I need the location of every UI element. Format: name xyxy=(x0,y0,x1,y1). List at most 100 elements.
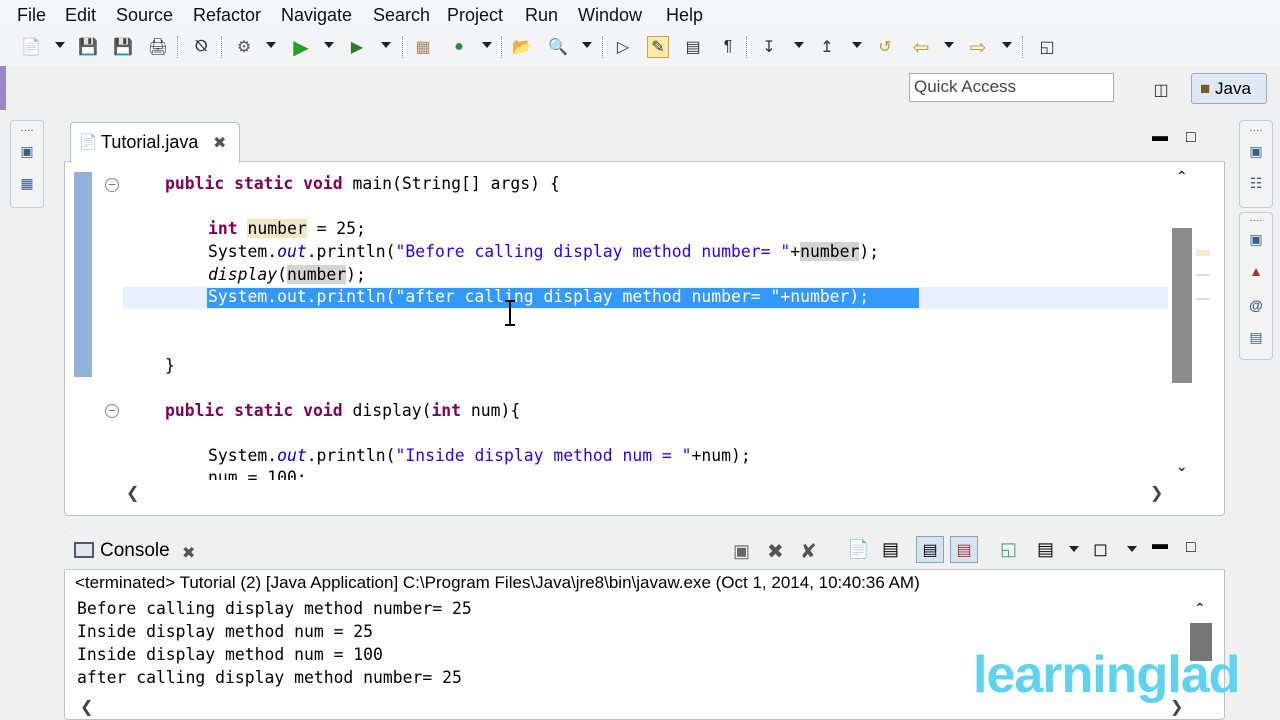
editor-scroll-thumb[interactable] xyxy=(1172,228,1192,383)
new-java-class-icon[interactable]: ● xyxy=(448,36,470,58)
scroll-up-icon[interactable]: ⌃ xyxy=(1176,168,1188,185)
forward-dropdown-icon[interactable] xyxy=(1002,42,1012,48)
clear-console-icon[interactable]: 📄 xyxy=(847,539,869,560)
new-java-project-icon[interactable]: ▦ xyxy=(412,36,434,58)
console-tab[interactable]: Console ✖ xyxy=(70,533,210,571)
remove-launch-icon[interactable]: ✖ xyxy=(767,539,784,564)
fold-collapse-icon[interactable]: − xyxy=(105,178,119,192)
display-selected-console-icon[interactable]: ▤ xyxy=(1037,539,1054,560)
maximize-editor-icon[interactable]: □ xyxy=(1186,129,1196,147)
new-icon[interactable]: 📄 xyxy=(20,36,42,58)
save-icon[interactable]: 💾 xyxy=(77,36,99,58)
skip-breakpoints-icon[interactable]: ⦰ xyxy=(190,36,212,58)
next-annotation-icon[interactable]: ↧ xyxy=(758,36,780,58)
minimize-editor-icon[interactable]: ▬ xyxy=(1152,128,1168,146)
overview-marker xyxy=(1196,274,1210,300)
menu-run[interactable]: Run xyxy=(525,5,558,26)
close-console-icon[interactable]: ✖ xyxy=(182,543,195,563)
restore-icon[interactable]: ▣ xyxy=(17,143,37,163)
display-console-dropdown-icon[interactable] xyxy=(1069,546,1079,552)
declaration-icon[interactable]: ▤ xyxy=(1246,329,1266,349)
scroll-right-icon[interactable]: ❯ xyxy=(1150,483,1163,503)
package-explorer-icon[interactable]: ▦ xyxy=(17,175,37,195)
toggle-breadcrumb-icon[interactable]: ▷ xyxy=(612,36,634,58)
restore-icon[interactable]: ▣ xyxy=(1246,143,1266,163)
menu-window[interactable]: Window xyxy=(578,5,642,26)
external-tools-icon[interactable]: ▶ xyxy=(346,36,368,58)
menu-source[interactable]: Source xyxy=(116,5,173,26)
outline-icon[interactable]: ☷ xyxy=(1246,175,1266,195)
menu-search[interactable]: Search xyxy=(373,5,430,26)
fold-collapse-icon[interactable]: − xyxy=(105,404,119,418)
menu-file[interactable]: File xyxy=(17,5,46,26)
open-perspective-icon[interactable]: ◫ xyxy=(1150,79,1172,101)
scroll-lock-icon[interactable]: ▤ xyxy=(882,539,899,560)
code-line[interactable]: num = 100; xyxy=(208,470,307,480)
new-class-dropdown-icon[interactable] xyxy=(482,42,492,48)
minimize-console-icon[interactable]: ▬ xyxy=(1152,536,1168,554)
pin-console-icon[interactable]: ◱ xyxy=(1000,539,1017,560)
show-whitespace-icon[interactable]: ¶ xyxy=(717,36,739,58)
scroll-left-icon[interactable]: ❮ xyxy=(126,483,139,503)
remove-all-terminated-icon[interactable]: ✘ xyxy=(800,539,817,564)
problems-icon[interactable]: ▲ xyxy=(1246,263,1266,283)
code-line[interactable]: public static void main(String[] args) { xyxy=(165,174,560,193)
external-tools-dropdown-icon[interactable] xyxy=(381,42,391,48)
block-selection-icon[interactable]: ▤ xyxy=(682,36,704,58)
code-keyword: int xyxy=(431,401,462,420)
console-scroll-left-icon[interactable]: ❮ xyxy=(80,697,93,717)
code-keyword: public static void xyxy=(165,401,343,420)
previous-annotation-icon[interactable]: ↥ xyxy=(816,36,838,58)
code-line[interactable]: public static void display(int num){ xyxy=(165,401,520,420)
editor-tab-label: Tutorial.java xyxy=(101,132,199,152)
open-console-icon[interactable]: ◻ xyxy=(1093,539,1108,560)
menu-edit[interactable]: Edit xyxy=(65,5,96,26)
quick-access-input[interactable]: Quick Access xyxy=(909,73,1114,102)
forward-icon[interactable]: ⇨ xyxy=(967,36,989,59)
run-dropdown-icon[interactable] xyxy=(324,42,334,48)
overview-marker xyxy=(1196,250,1210,256)
mark-occurrences-icon[interactable]: ✎ xyxy=(647,36,669,58)
editor-tab[interactable]: 📄 Tutorial.java ✖ xyxy=(70,122,240,163)
new-dropdown-icon[interactable] xyxy=(55,42,65,48)
java-perspective-button[interactable]: ■ Java xyxy=(1191,73,1267,104)
back-icon[interactable]: ⇦ xyxy=(910,36,932,59)
console-scroll-up-icon[interactable]: ⌃ xyxy=(1194,600,1206,617)
menu-refactor[interactable]: Refactor xyxy=(193,5,261,26)
javadoc-icon[interactable]: @ xyxy=(1246,297,1266,317)
menu-project[interactable]: Project xyxy=(447,5,503,26)
run-icon[interactable]: ▶ xyxy=(290,36,312,59)
code-line[interactable]: System.out.println("Inside display metho… xyxy=(208,446,751,465)
code-string: "Before calling display method number= " xyxy=(395,242,791,261)
terminate-icon[interactable]: ▣ xyxy=(733,541,750,562)
save-all-icon[interactable]: 💾 xyxy=(112,36,134,58)
scroll-down-icon[interactable]: ⌄ xyxy=(1176,458,1188,475)
maximize-console-icon[interactable]: □ xyxy=(1186,539,1196,557)
close-tab-icon[interactable]: ✖ xyxy=(213,133,226,153)
next-annotation-dropdown-icon[interactable] xyxy=(794,42,804,48)
search-icon[interactable]: 🔍 xyxy=(547,36,569,58)
open-type-icon[interactable]: 📂 xyxy=(511,36,533,58)
code-line[interactable]: int number = 25; xyxy=(208,219,366,238)
code-line[interactable]: } xyxy=(165,356,175,375)
debug-icon[interactable]: ⚙ xyxy=(233,36,255,58)
debug-dropdown-icon[interactable] xyxy=(266,42,276,48)
back-dropdown-icon[interactable] xyxy=(944,42,954,48)
open-console-dropdown-icon[interactable] xyxy=(1127,546,1137,552)
show-on-stdout-icon[interactable]: ▤ xyxy=(916,536,944,563)
menu-help[interactable]: Help xyxy=(666,5,703,26)
previous-annotation-dropdown-icon[interactable] xyxy=(852,42,862,48)
code-line[interactable]: display(number); xyxy=(208,265,366,284)
show-on-stderr-icon[interactable]: ▤ xyxy=(950,536,978,563)
menu-navigate[interactable]: Navigate xyxy=(281,5,352,26)
selected-code-line[interactable]: System.out.println("after calling displa… xyxy=(208,287,869,306)
search-dropdown-icon[interactable] xyxy=(582,42,592,48)
last-edit-location-icon[interactable]: ↺ xyxy=(874,36,896,58)
editor-horizontal-scrollbar[interactable] xyxy=(124,483,1168,503)
code-line[interactable]: System.out.println("Before calling displ… xyxy=(208,242,879,261)
pin-editor-icon[interactable]: ◱ xyxy=(1036,36,1058,58)
code-text: num){ xyxy=(461,401,521,420)
code-clip: num = 100; xyxy=(120,470,1165,480)
restore-icon[interactable]: ▣ xyxy=(1246,231,1266,251)
print-icon[interactable]: 🖨 xyxy=(147,36,169,58)
